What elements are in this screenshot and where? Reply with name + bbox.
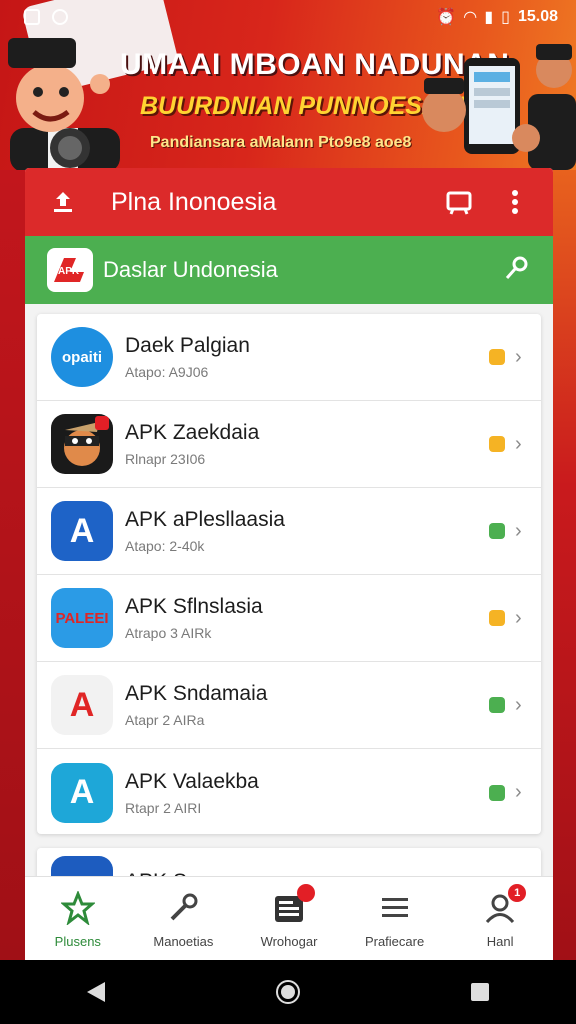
app-info: APK Valaekba Rtapr 2 AIRI — [125, 770, 489, 816]
chevron-right-icon: › — [515, 693, 522, 716]
background-left — [0, 170, 25, 960]
app-icon-label: A — [69, 773, 95, 811]
app-size: Atapr 2 AIRa — [125, 712, 205, 728]
status-indicator — [489, 784, 505, 801]
banner-tagline: Pandiansara aMalann Pto9e8 aoe8 — [150, 134, 412, 151]
status-bar: ⏰ ◠ ▮ ▯ 15.08 — [0, 0, 576, 34]
app-info: APK Sflnslasia Atrapo 3 AIRk — [125, 595, 489, 641]
bandit-character-icon — [51, 414, 113, 474]
list-item[interactable]: A APK Valaekba Rtapr 2 AIRI › — [37, 749, 541, 836]
wrench-icon — [163, 888, 203, 928]
app-name: APK Zaekdaia — [125, 421, 260, 444]
list-item[interactable]: PALEEI APK Sflnslasia Atrapo 3 AIRk › — [37, 575, 541, 662]
app-info: Daek Palgian Atapo: A9J06 — [125, 334, 489, 380]
list-wrapper: opaiti Daek Palgian Atapo: A9J06 › APK Zaekd… — [25, 168, 553, 968]
status-indicator — [489, 610, 505, 626]
nav-item-plusens[interactable]: Plusens — [28, 888, 128, 949]
status-indicator — [489, 697, 505, 713]
app-icon-label: A — [69, 685, 95, 724]
app-icon-label: PALEEI — [55, 609, 109, 627]
chevron-right-icon: › — [515, 781, 522, 803]
app-name: Daek Palgian — [125, 334, 250, 357]
battery-icon: ▯ — [501, 9, 510, 26]
chevron-right-icon: › — [515, 606, 522, 629]
notification-badge — [296, 884, 315, 902]
nav-item-manoetias[interactable]: Manoetias — [133, 888, 233, 949]
mascot-right-illustration — [422, 44, 576, 170]
star-icon — [58, 888, 98, 928]
app-size: Atrapo 3 AIRk — [125, 625, 212, 641]
status-indicator — [489, 523, 505, 539]
palei-icon: PALEEI — [51, 588, 113, 648]
list-icon — [375, 888, 415, 928]
wifi-icon: ◠ — [464, 9, 477, 26]
app-size: Rlnapr 23I06 — [125, 451, 206, 467]
recents-button[interactable] — [460, 972, 500, 1012]
home-button[interactable] — [268, 972, 308, 1012]
letter-a-red-icon: A — [51, 675, 113, 735]
status-time: 15.08 — [517, 8, 558, 25]
chevron-right-icon: › — [515, 519, 522, 542]
app-name: APK Sflnslasia — [125, 595, 263, 618]
nav-item-prafiecare[interactable]: Prafiecare — [345, 888, 445, 949]
system-nav-bar — [0, 960, 576, 1024]
app-info: APK Zaekdaia Rlnapr 23I06 — [125, 421, 489, 467]
nav-label: Plusens — [54, 934, 101, 949]
background-right — [553, 170, 576, 960]
bottom-navigation: Plusens Manoetias Wrohogar Prafiecare 1 Hanl — [25, 876, 553, 960]
user-icon: 1 — [480, 884, 527, 928]
app-icon-label: A — [69, 511, 95, 550]
nav-label: Prafiecare — [364, 934, 425, 949]
app-size: Rtapr 2 AIRI — [125, 799, 202, 816]
letter-a-teal-icon: A — [51, 762, 113, 823]
app-list: opaiti Daek Palgian Atapo: A9J06 › APK Zaekd… — [37, 314, 541, 834]
app-name: APK aPlesllaasia — [125, 508, 285, 531]
back-button[interactable] — [76, 972, 116, 1012]
status-indicator — [489, 349, 505, 365]
news-icon — [269, 884, 315, 928]
status-indicator — [489, 436, 505, 452]
alarm-icon: ⏰ — [436, 9, 457, 26]
list-item[interactable]: A APK aPlesllaasia Atapo: 2-40k › — [37, 488, 541, 575]
notification-badge: 1 — [508, 884, 527, 902]
signal-icon: ▮ — [484, 9, 494, 26]
nav-item-hanl[interactable]: 1 Hanl — [450, 884, 550, 949]
list-item[interactable]: APK Zaekdaia Rlnapr 23I06 › — [37, 401, 541, 488]
letter-a-blue-icon: A — [51, 501, 113, 561]
nav-label: Hanl — [486, 934, 514, 949]
app-size: Atapo: A9J06 — [125, 364, 209, 380]
list-item[interactable]: opaiti Daek Palgian Atapo: A9J06 › — [37, 314, 541, 401]
app-icon-label: opaiti — [62, 348, 102, 366]
mascot-left-illustration — [8, 38, 120, 170]
app-size: Atapo: 2-40k — [125, 538, 205, 554]
nav-label: Wrohogar — [260, 934, 318, 949]
sync-icon — [52, 9, 68, 25]
nav-label: Manoetias — [153, 934, 214, 949]
chevron-right-icon: › — [515, 432, 522, 455]
app-info: APK aPlesllaasia Atapo: 2-40k — [125, 508, 489, 554]
chevron-right-icon: › — [515, 345, 522, 368]
nav-item-wrohogar[interactable]: Wrohogar — [239, 884, 339, 949]
banner-title: UMAAI MBOAN NADUNAN — [120, 48, 510, 81]
app-name: APK Sndamaia — [125, 682, 268, 705]
opaiti-icon: opaiti — [51, 327, 113, 387]
app-name: APK Valaekba — [125, 769, 259, 793]
app-info: APK Sndamaia Atapr 2 AIRa — [125, 682, 489, 728]
notification-icon — [24, 9, 40, 25]
list-item[interactable]: A APK Sndamaia Atapr 2 AIRa › — [37, 662, 541, 749]
